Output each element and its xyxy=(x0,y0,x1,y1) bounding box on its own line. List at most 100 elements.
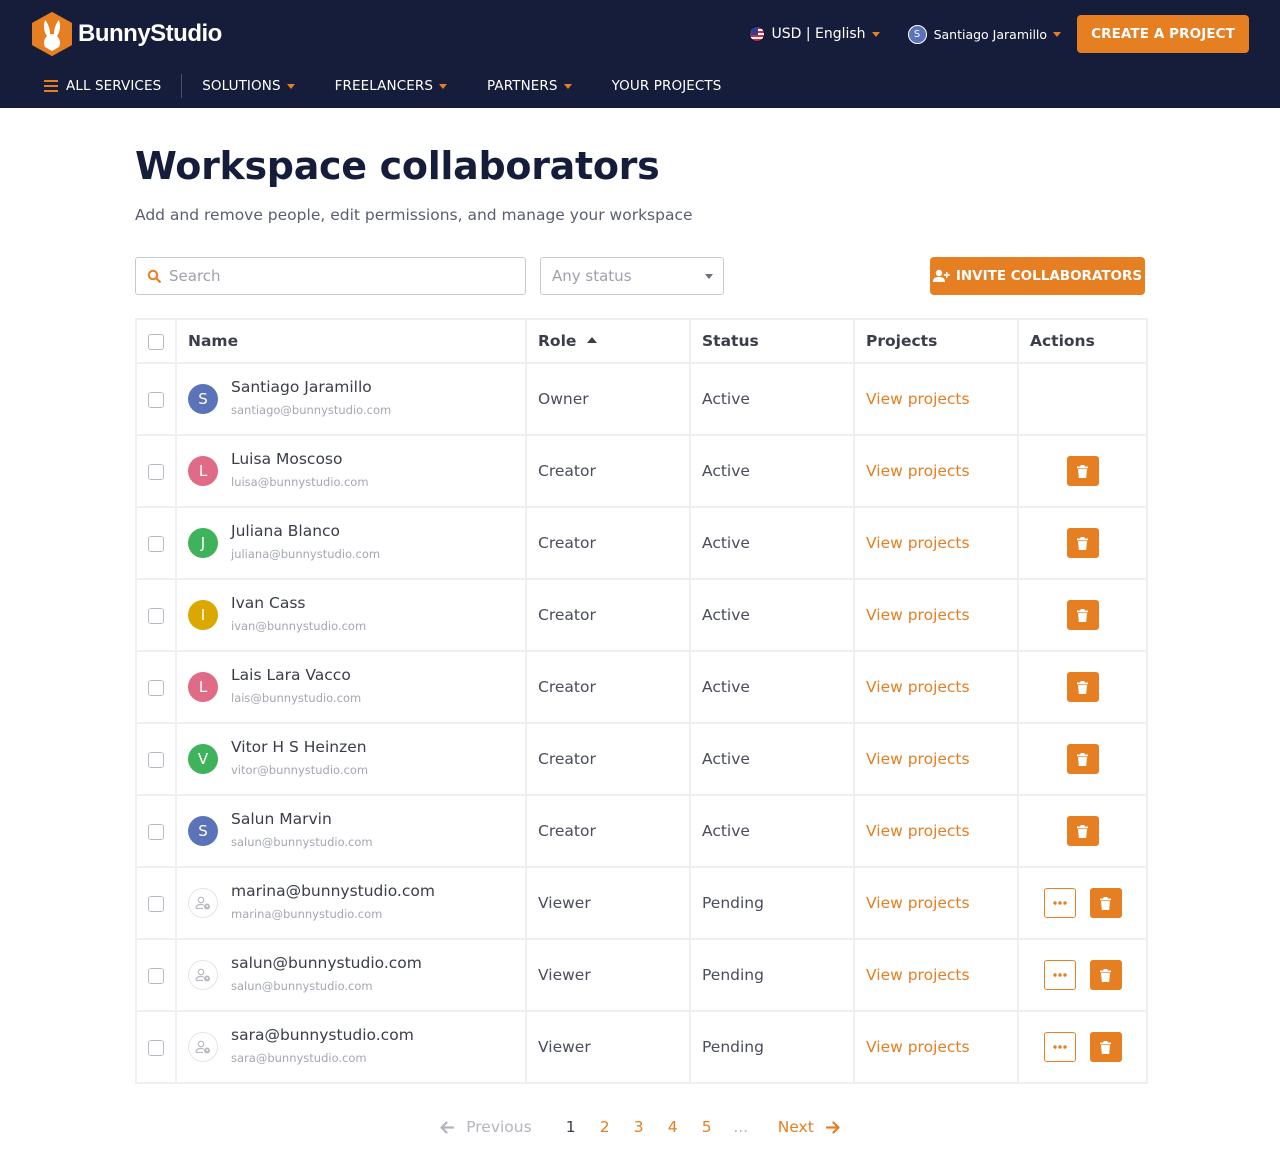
avatar: S xyxy=(188,384,218,414)
more-options-button[interactable] xyxy=(1043,960,1076,990)
nav-solutions[interactable]: SOLUTIONS xyxy=(202,78,295,94)
row-checkbox[interactable] xyxy=(148,1039,164,1056)
nav-your-projects-label: YOUR PROJECTS xyxy=(611,78,722,94)
delete-button[interactable] xyxy=(1066,672,1099,702)
trash-icon xyxy=(1077,464,1088,478)
trash-icon xyxy=(1077,536,1088,550)
nav-partners[interactable]: PARTNERS xyxy=(487,78,572,94)
role-cell: Creator xyxy=(525,722,691,796)
table-row: L Luisa Moscoso luisa@bunnystudio.com Cr… xyxy=(135,434,1148,508)
status-filter-select[interactable]: Any status xyxy=(540,257,724,295)
row-checkbox[interactable] xyxy=(148,679,164,696)
view-projects-link[interactable]: View projects xyxy=(866,1038,970,1056)
nav-freelancers[interactable]: FREELANCERS xyxy=(335,78,448,94)
view-projects-link[interactable]: View projects xyxy=(866,966,970,984)
column-header-name[interactable]: Name xyxy=(175,318,527,364)
trash-icon xyxy=(1077,680,1088,694)
trash-icon xyxy=(1077,824,1088,838)
collaborator-email: luisa@bunnystudio.com xyxy=(231,475,369,489)
actions-cell xyxy=(1017,650,1148,724)
view-projects-link[interactable]: View projects xyxy=(866,750,970,768)
view-projects-link[interactable]: View projects xyxy=(866,606,970,624)
nav-your-projects[interactable]: YOUR PROJECTS xyxy=(612,78,722,94)
delete-button[interactable] xyxy=(1066,528,1099,558)
row-checkbox[interactable] xyxy=(148,751,164,768)
delete-button[interactable] xyxy=(1089,1032,1122,1062)
page-3[interactable]: 3 xyxy=(622,1118,656,1136)
row-checkbox[interactable] xyxy=(148,463,164,480)
projects-cell: View projects xyxy=(853,434,1019,508)
actions-cell xyxy=(1017,722,1148,796)
pending-avatar xyxy=(188,1032,218,1062)
row-checkbox[interactable] xyxy=(148,895,164,912)
nav-all-services[interactable]: ALL SERVICES xyxy=(44,78,161,94)
delete-button[interactable] xyxy=(1066,816,1099,846)
delete-button[interactable] xyxy=(1066,744,1099,774)
column-header-status[interactable]: Status xyxy=(689,318,855,364)
main-nav: ALL SERVICES SOLUTIONS FREELANCERS PARTN… xyxy=(44,74,761,98)
name-cell: S Salun Marvin salun@bunnystudio.com xyxy=(175,794,527,868)
view-projects-link[interactable]: View projects xyxy=(866,678,970,696)
name-cell: L Lais Lara Vacco lais@bunnystudio.com xyxy=(175,650,527,724)
view-projects-link[interactable]: View projects xyxy=(866,390,970,408)
previous-page-button[interactable]: Previous xyxy=(440,1118,532,1136)
delete-button[interactable] xyxy=(1089,888,1122,918)
page-5[interactable]: 5 xyxy=(690,1118,724,1136)
table-row: V Vitor H S Heinzen vitor@bunnystudio.co… xyxy=(135,722,1148,796)
more-options-button[interactable] xyxy=(1043,1032,1076,1062)
collaborators-table: Name Role Status Projects Actions S Sant… xyxy=(135,318,1148,1084)
role-cell: Viewer xyxy=(525,938,691,1012)
row-checkbox[interactable] xyxy=(148,391,164,408)
caret-down-icon xyxy=(286,83,295,89)
view-projects-link[interactable]: View projects xyxy=(866,894,970,912)
delete-button[interactable] xyxy=(1066,456,1099,486)
row-checkbox[interactable] xyxy=(148,607,164,624)
trash-icon xyxy=(1100,968,1111,982)
name-cell: V Vitor H S Heinzen vitor@bunnystudio.co… xyxy=(175,722,527,796)
delete-button[interactable] xyxy=(1089,960,1122,990)
row-select-cell xyxy=(135,1010,177,1084)
row-checkbox[interactable] xyxy=(148,535,164,552)
view-projects-link[interactable]: View projects xyxy=(866,462,970,480)
role-cell: Owner xyxy=(525,362,691,436)
status-cell: Active xyxy=(689,722,855,796)
bunnystudio-logo[interactable]: BunnyStudio xyxy=(31,12,222,56)
row-checkbox[interactable] xyxy=(148,823,164,840)
actions-cell xyxy=(1017,1010,1148,1084)
status-cell: Active xyxy=(689,650,855,724)
table-row: S Santiago Jaramillo santiago@bunnystudi… xyxy=(135,362,1148,436)
delete-button[interactable] xyxy=(1066,600,1099,630)
user-avatar: S xyxy=(907,24,927,44)
collaborator-name: sara@bunnystudio.com xyxy=(231,1026,414,1044)
row-select-cell xyxy=(135,650,177,724)
view-projects-link[interactable]: View projects xyxy=(866,822,970,840)
select-all-checkbox[interactable] xyxy=(148,333,164,350)
search-input[interactable] xyxy=(169,267,489,285)
create-project-button[interactable]: CREATE A PROJECT xyxy=(1077,15,1249,53)
more-horizontal-icon xyxy=(1052,1045,1067,1049)
role-cell: Viewer xyxy=(525,866,691,940)
column-header-role[interactable]: Role xyxy=(525,318,691,364)
view-projects-link[interactable]: View projects xyxy=(866,534,970,552)
invite-collaborators-button[interactable]: INVITE COLLABORATORS xyxy=(930,257,1145,295)
search-field[interactable] xyxy=(135,257,526,295)
pending-user-icon xyxy=(195,968,210,982)
more-options-button[interactable] xyxy=(1043,888,1076,918)
status-cell: Active xyxy=(689,578,855,652)
more-horizontal-icon xyxy=(1052,901,1067,905)
name-cell: I Ivan Cass ivan@bunnystudio.com xyxy=(175,578,527,652)
row-select-cell xyxy=(135,506,177,580)
add-user-icon xyxy=(932,269,950,282)
column-header-role-label: Role xyxy=(538,332,577,350)
previous-label: Previous xyxy=(466,1118,532,1136)
currency-language-selector[interactable]: USD | English xyxy=(749,26,880,42)
projects-cell: View projects xyxy=(853,506,1019,580)
user-menu[interactable]: S Santiago Jaramillo xyxy=(907,24,1062,44)
row-select-cell xyxy=(135,434,177,508)
row-checkbox[interactable] xyxy=(148,967,164,984)
page-2[interactable]: 2 xyxy=(588,1118,622,1136)
page-1[interactable]: 1 xyxy=(554,1118,588,1136)
select-all-cell xyxy=(135,318,177,364)
next-page-button[interactable]: Next xyxy=(778,1118,840,1136)
page-4[interactable]: 4 xyxy=(656,1118,690,1136)
